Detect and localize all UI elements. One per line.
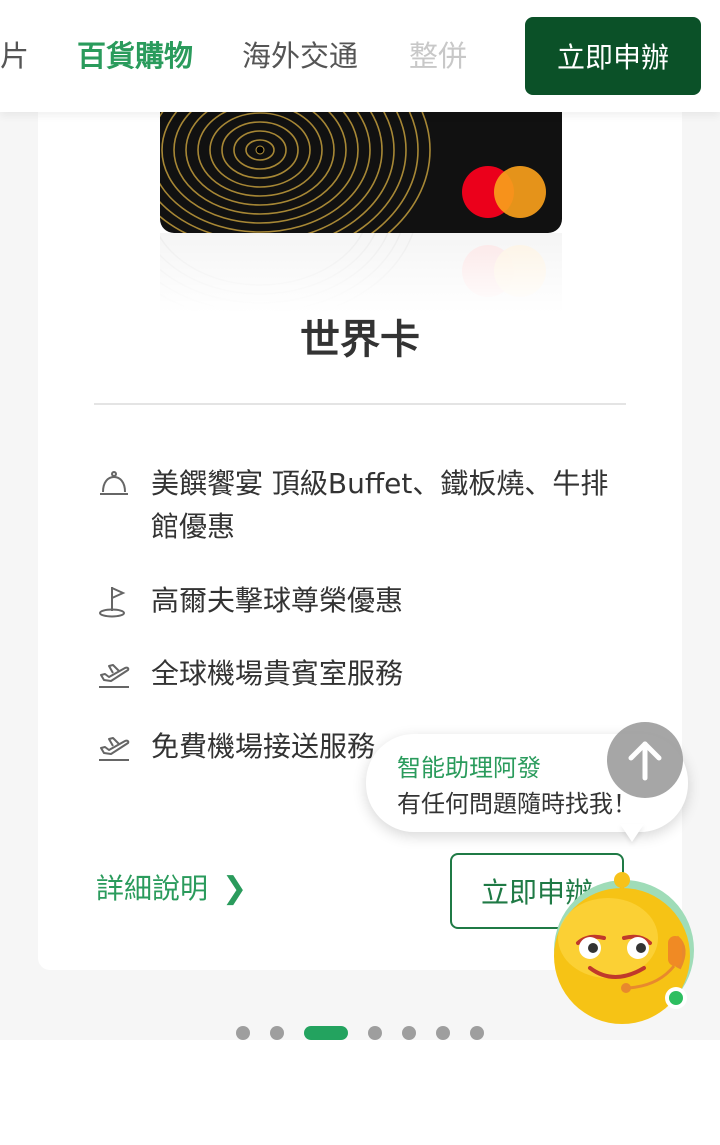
pagination-dot[interactable] [236,1026,250,1040]
bubble-tail [620,824,644,842]
chevron-right-icon: ❯ [222,871,248,906]
pagination-dot[interactable] [436,1026,450,1040]
tab-department-store[interactable]: 百貨購物 [77,36,193,76]
nav-apply-button[interactable]: 立即申辦 [525,17,701,95]
pagination-dot-active[interactable] [304,1026,348,1040]
assistant-message: 有任何問題隨時找我！ [397,790,637,818]
airplane-takeoff-icon [99,664,130,688]
golf-flag-icon [99,587,126,618]
credit-card-image[interactable] [160,112,562,233]
details-link-label: 詳細說明 [96,872,209,905]
feature-text: 高爾夫擊球尊榮優惠 [151,584,404,617]
card-title: 世界卡 [300,317,420,363]
tab-cards[interactable]: 片 [0,36,29,76]
details-link[interactable]: 詳細說明 ❯ [96,865,247,913]
card-reflection [160,233,562,313]
feature-text: 全球機場貴賓室服務 [151,657,404,690]
back-to-top-button[interactable] [607,722,683,798]
assistant-avatar[interactable] [548,868,698,1028]
pagination-dot[interactable] [402,1026,416,1040]
cloche-icon [100,471,128,495]
top-nav-bar: 片 百貨購物 海外交通 整併 立即申辦 [0,0,720,112]
airplane-takeoff-icon [99,737,130,761]
assistant-name: 智能助理阿發 [397,754,541,782]
pagination-dot[interactable] [270,1026,284,1040]
tab-overseas-transport[interactable]: 海外交通 [242,36,358,76]
divider [94,403,626,405]
arrow-up-icon [628,741,662,781]
pagination-dot[interactable] [470,1026,484,1040]
pagination-dot[interactable] [368,1026,382,1040]
feature-text: 美饌饗宴 頂級Buffet、鐵板燒、牛排館優惠 [151,467,609,543]
tab-merged[interactable]: 整併 [409,36,467,76]
